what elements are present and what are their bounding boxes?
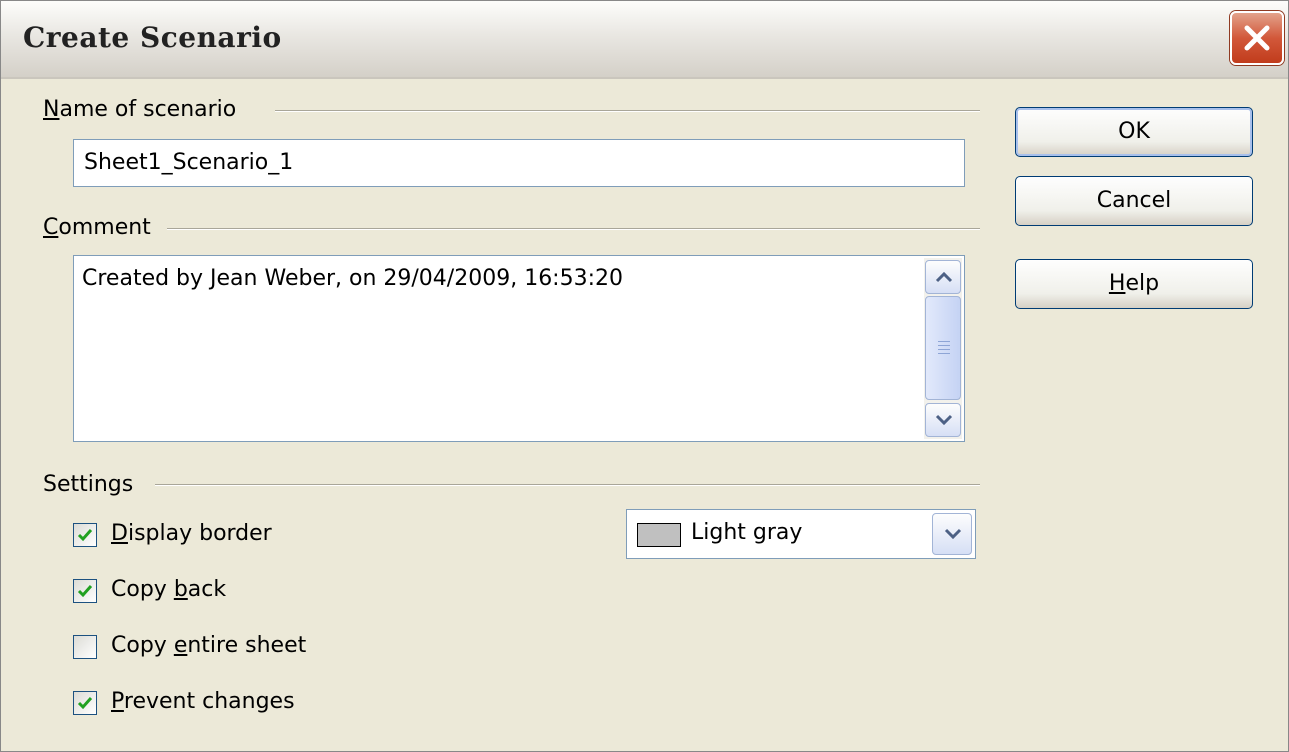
name-separator (275, 110, 980, 112)
comment-text: Created by Jean Weber, on 29/04/2009, 16… (82, 266, 623, 291)
border-color-value: Light gray (691, 520, 803, 545)
comment-textarea[interactable]: Created by Jean Weber, on 29/04/2009, 16… (73, 255, 965, 442)
close-button[interactable] (1230, 11, 1284, 65)
grip-line (938, 349, 950, 350)
grip-line (938, 341, 950, 342)
scenario-name-input[interactable]: Sheet1_Scenario_1 (73, 139, 965, 187)
copy-entire-sheet-label: Copy entire sheet (111, 633, 307, 658)
chevron-up-icon (935, 271, 953, 283)
comment-scrollbar[interactable] (924, 258, 962, 439)
chevron-down-icon (935, 414, 953, 426)
checkmark-icon (77, 697, 93, 710)
dialog-body: Name of scenario Sheet1_Scenario_1 Comme… (9, 79, 1280, 743)
dropdown-button[interactable] (932, 513, 972, 555)
title-bar[interactable]: Create Scenario (1, 1, 1288, 79)
grip-line (938, 353, 950, 354)
dialog-title: Create Scenario (23, 21, 282, 54)
scroll-up-button[interactable] (925, 260, 961, 294)
settings-separator (155, 484, 980, 486)
border-color-dropdown[interactable]: Light gray (626, 509, 976, 559)
display-border-label: Display border (111, 521, 272, 546)
grip-line (938, 345, 950, 346)
checkmark-icon (77, 585, 93, 598)
scroll-thumb[interactable] (925, 296, 961, 400)
close-icon (1244, 25, 1270, 51)
copy-entire-sheet-checkbox[interactable] (73, 635, 97, 659)
name-of-scenario-label: Name of scenario (43, 97, 237, 122)
copy-back-checkbox[interactable] (73, 579, 97, 603)
color-swatch (637, 523, 681, 547)
create-scenario-dialog: Create Scenario Name of scenario Sheet1_… (0, 0, 1289, 752)
chevron-down-icon (944, 528, 962, 540)
help-accelerator: H (1108, 271, 1126, 296)
help-label-rest: elp (1125, 271, 1160, 296)
comment-label: Comment (43, 215, 151, 240)
copy-back-label: Copy back (111, 577, 227, 602)
cancel-button[interactable]: Cancel (1015, 176, 1253, 226)
checkmark-icon (77, 529, 93, 542)
ok-button[interactable]: OK (1015, 107, 1253, 157)
help-button[interactable]: Help (1015, 259, 1253, 309)
prevent-changes-checkbox[interactable] (73, 691, 97, 715)
settings-label: Settings (43, 472, 134, 497)
display-border-checkbox[interactable] (73, 523, 97, 547)
comment-separator (167, 228, 980, 230)
scroll-down-button[interactable] (925, 403, 961, 437)
prevent-changes-label: Prevent changes (111, 689, 295, 714)
